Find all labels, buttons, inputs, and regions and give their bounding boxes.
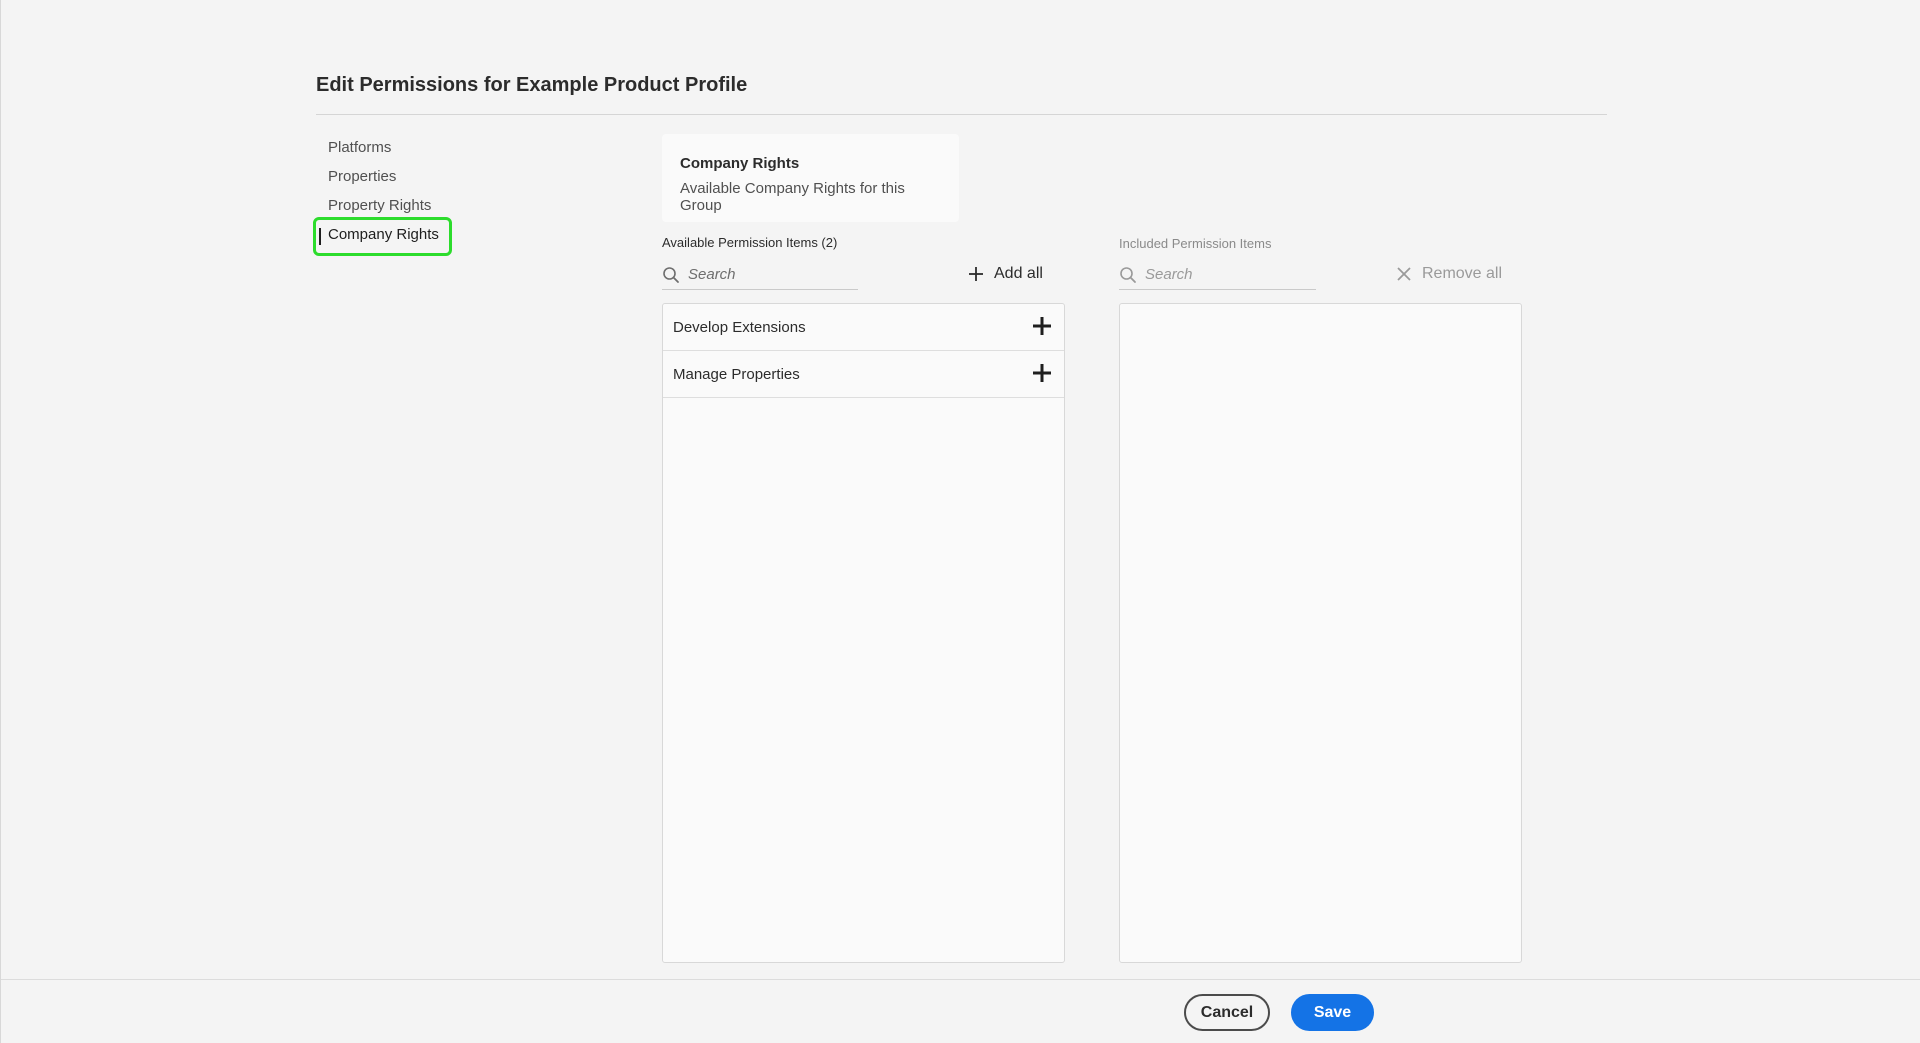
active-indicator [319, 228, 321, 245]
included-search-input[interactable] [1145, 266, 1305, 283]
list-item-label: Manage Properties [673, 365, 800, 383]
add-item-plus-icon[interactable] [1032, 363, 1052, 383]
cancel-button[interactable]: Cancel [1184, 994, 1270, 1031]
plus-icon [969, 267, 983, 281]
remove-all-button[interactable]: Remove all [1397, 265, 1502, 283]
list-item[interactable]: Develop Extensions [663, 304, 1064, 351]
page-title: Edit Permissions for Example Product Pro… [316, 74, 748, 96]
nav-item-platforms[interactable]: Platforms [313, 135, 453, 164]
permission-category-nav: Platforms Properties Property Rights Com… [313, 135, 453, 251]
search-icon [1120, 266, 1136, 283]
nav-item-properties[interactable]: Properties [313, 164, 453, 193]
close-icon [1397, 267, 1411, 281]
group-card-subtitle: Available Company Rights for this Group [680, 180, 905, 214]
list-item[interactable]: Manage Properties [663, 351, 1064, 398]
list-item-label: Develop Extensions [673, 318, 806, 336]
included-items-label: Included Permission Items [1119, 236, 1272, 251]
edit-permissions-page: Edit Permissions for Example Product Pro… [0, 0, 1920, 1043]
nav-item-property-rights[interactable]: Property Rights [313, 193, 453, 222]
included-items-list [1119, 303, 1522, 963]
group-info-card: Company Rights Available Company Rights … [662, 134, 959, 222]
available-items-list: Develop Extensions Manage Properties [662, 303, 1065, 963]
available-search-input[interactable] [688, 266, 848, 283]
nav-item-company-rights[interactable]: Company Rights [313, 222, 453, 251]
nav-item-label: Company Rights [328, 226, 439, 243]
remove-all-label: Remove all [1422, 265, 1503, 282]
footer-divider [1, 979, 1920, 980]
add-item-plus-icon[interactable] [1032, 316, 1052, 336]
included-search [1119, 260, 1316, 290]
title-divider [316, 114, 1607, 115]
save-button[interactable]: Save [1291, 994, 1374, 1031]
available-search [662, 260, 858, 290]
available-items-label: Available Permission Items (2) [662, 235, 838, 250]
add-all-label: Add all [994, 265, 1043, 282]
add-all-button[interactable]: Add all [969, 265, 1043, 283]
group-card-title: Company Rights [680, 155, 800, 172]
search-icon [663, 266, 679, 283]
